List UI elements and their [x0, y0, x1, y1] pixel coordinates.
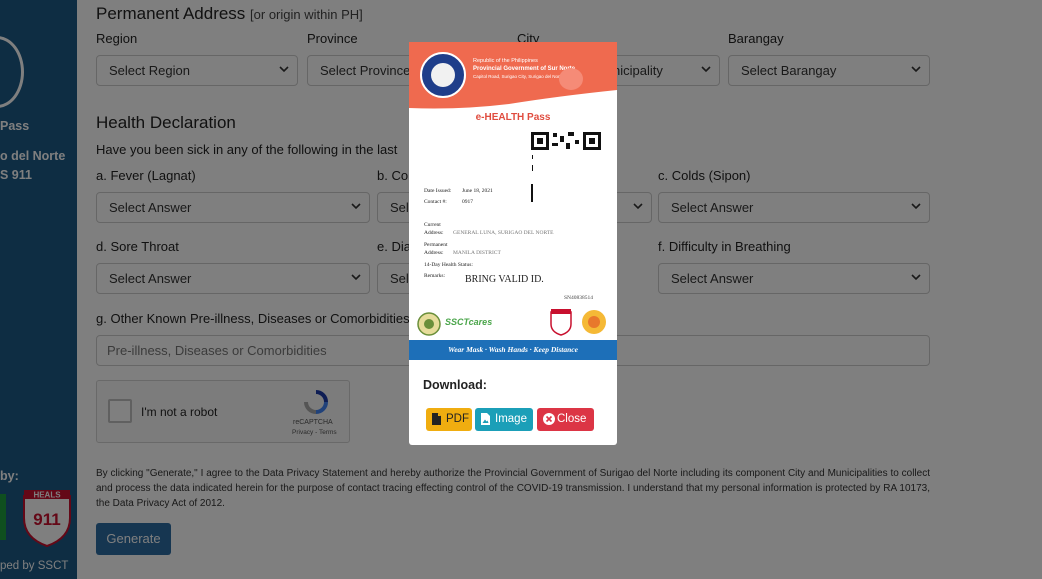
permanent-address-label: Address:	[424, 250, 444, 256]
qr-redaction	[533, 152, 601, 204]
contact-value: 0917	[462, 199, 473, 205]
close-modal-button[interactable]: Close	[537, 408, 594, 431]
date-issued-value: June 18, 2021	[462, 188, 493, 194]
permanent-label: Permanent	[424, 242, 448, 248]
current-label: Current	[424, 222, 441, 228]
close-button-label: Close	[557, 413, 587, 425]
close-circle-icon	[543, 413, 555, 425]
ehealth-pass-card: Republic of the Philippines Provincial G…	[409, 42, 617, 362]
image-download-button[interactable]: Image	[475, 408, 533, 431]
government-seal-icon	[417, 312, 441, 336]
pdf-file-icon	[432, 413, 441, 425]
ehealth-pass-modal: Republic of the Philippines Provincial G…	[409, 42, 617, 445]
pass-header-line1: Republic of the Philippines	[473, 58, 538, 64]
health-status-label: 14-Day Health Status:	[424, 262, 473, 268]
image-file-icon	[481, 413, 490, 425]
pdf-button-label: PDF	[446, 413, 469, 425]
pdf-download-button[interactable]: PDF	[426, 408, 472, 431]
remarks-value: BRING VALID ID.	[465, 274, 544, 285]
slogan-strip: Wear Mask · Wash Hands · Keep Distance	[409, 340, 617, 360]
pass-serial-number: SN40838514	[564, 295, 594, 301]
remarks-label: Remarks:	[424, 273, 446, 279]
pass-header-line2: Provincial Government of Sur Norte	[473, 66, 576, 72]
redaction-blur	[559, 68, 583, 90]
permanent-address-value: MANILA DISTRICT	[453, 250, 501, 256]
pass-title: e-HEALTH Pass	[475, 112, 551, 123]
current-address-label: Address:	[424, 230, 444, 236]
heals-badge-icon	[550, 309, 572, 336]
date-issued-label: Date Issued:	[424, 188, 452, 194]
partner-logo-icon	[582, 310, 606, 334]
ssct-cares-logo: SSCTcares	[445, 317, 493, 327]
download-label: Download:	[423, 378, 487, 392]
province-seal-icon	[420, 52, 466, 98]
contact-label: Contact #:	[424, 199, 447, 205]
current-address-value: GENERAL LUNA, SURIGAO DEL NORTE	[453, 230, 554, 236]
image-button-label: Image	[495, 413, 527, 425]
